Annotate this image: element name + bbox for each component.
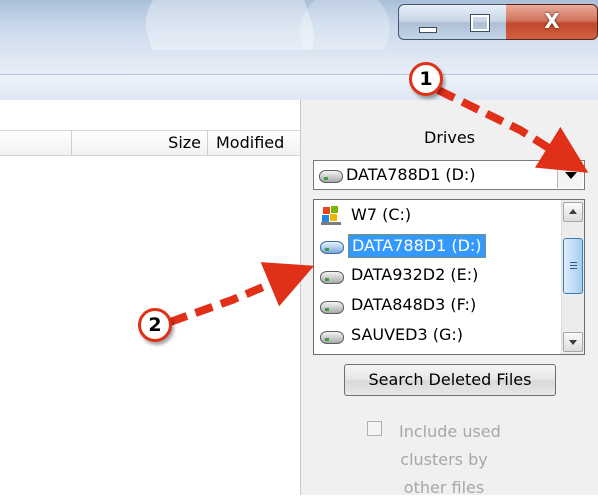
checkbox-label-line: Include used	[399, 422, 501, 441]
drive-icon	[320, 331, 344, 344]
drive-option-f[interactable]: DATA848D3 (F:)	[314, 291, 562, 321]
drives-combobox[interactable]: DATA788D1 (D:)	[313, 160, 585, 190]
window-controls: X	[398, 4, 598, 40]
checkbox-label-line: other files	[403, 478, 485, 497]
drives-dropdown-list[interactable]: W7 (C:) DATA788D1 (D:) DATA932D2 (E:) DA…	[313, 199, 585, 355]
scrollbar-thumb[interactable]	[563, 238, 583, 294]
drive-option-e[interactable]: DATA932D2 (E:)	[314, 261, 562, 291]
dropdown-scrollbar[interactable]	[561, 200, 584, 354]
glass-streak	[289, 0, 401, 50]
column-header-name[interactable]	[0, 131, 72, 155]
grip-line	[570, 268, 577, 269]
annotation-callout-1: 1	[409, 62, 443, 96]
scroll-down-arrow-icon[interactable]	[563, 332, 583, 352]
checkbox-label-line: clusters by	[400, 450, 488, 469]
minimize-button[interactable]	[398, 4, 453, 40]
glass-streak	[135, 0, 325, 50]
chevron-down-icon[interactable]	[557, 162, 583, 188]
drive-option-label: W7 (C:)	[351, 205, 412, 224]
drives-panel: Drives DATA788D1 (D:) W7 (C:) DATA788D1 …	[301, 100, 598, 497]
include-used-clusters-label: Include used clusters by other files	[399, 418, 559, 502]
drive-option-label: DATA932D2 (E:)	[351, 265, 479, 284]
grip-line	[570, 262, 577, 263]
include-used-clusters-checkbox[interactable]	[367, 421, 382, 436]
file-list[interactable]: Size Modified	[0, 100, 301, 495]
grip-line	[570, 265, 577, 266]
drive-option-c[interactable]: W7 (C:)	[314, 201, 562, 231]
menu-strip	[0, 74, 598, 102]
windows-icon	[321, 206, 341, 225]
drive-option-label: DATA848D3 (F:)	[351, 295, 477, 314]
drive-icon	[320, 241, 344, 254]
drive-option-label: SAUVED3 (G:)	[351, 325, 464, 344]
file-list-header: Size Modified	[0, 130, 300, 156]
drive-option-d[interactable]: DATA788D1 (D:)	[314, 231, 562, 261]
drives-label: Drives	[424, 128, 475, 147]
drives-combobox-value: DATA788D1 (D:)	[346, 165, 476, 184]
column-header-size[interactable]: Size	[72, 131, 208, 155]
drive-icon	[319, 170, 343, 183]
search-deleted-files-button[interactable]: Search Deleted Files	[344, 364, 556, 396]
close-icon: X	[544, 9, 560, 33]
drive-icon	[320, 301, 344, 314]
window-frame	[0, 50, 598, 74]
window-title-bar: X	[0, 0, 598, 50]
drive-option-label: DATA788D1 (D:)	[348, 234, 486, 258]
annotation-callout-2: 2	[138, 308, 172, 342]
scroll-up-arrow-icon[interactable]	[563, 202, 583, 222]
maximize-icon	[471, 15, 489, 31]
minimize-icon	[419, 27, 437, 33]
maximize-button[interactable]	[452, 4, 507, 40]
column-header-modified[interactable]: Modified	[208, 131, 300, 155]
drive-icon	[320, 271, 344, 284]
close-button[interactable]: X	[506, 4, 598, 40]
drive-option-g[interactable]: SAUVED3 (G:)	[314, 321, 562, 351]
